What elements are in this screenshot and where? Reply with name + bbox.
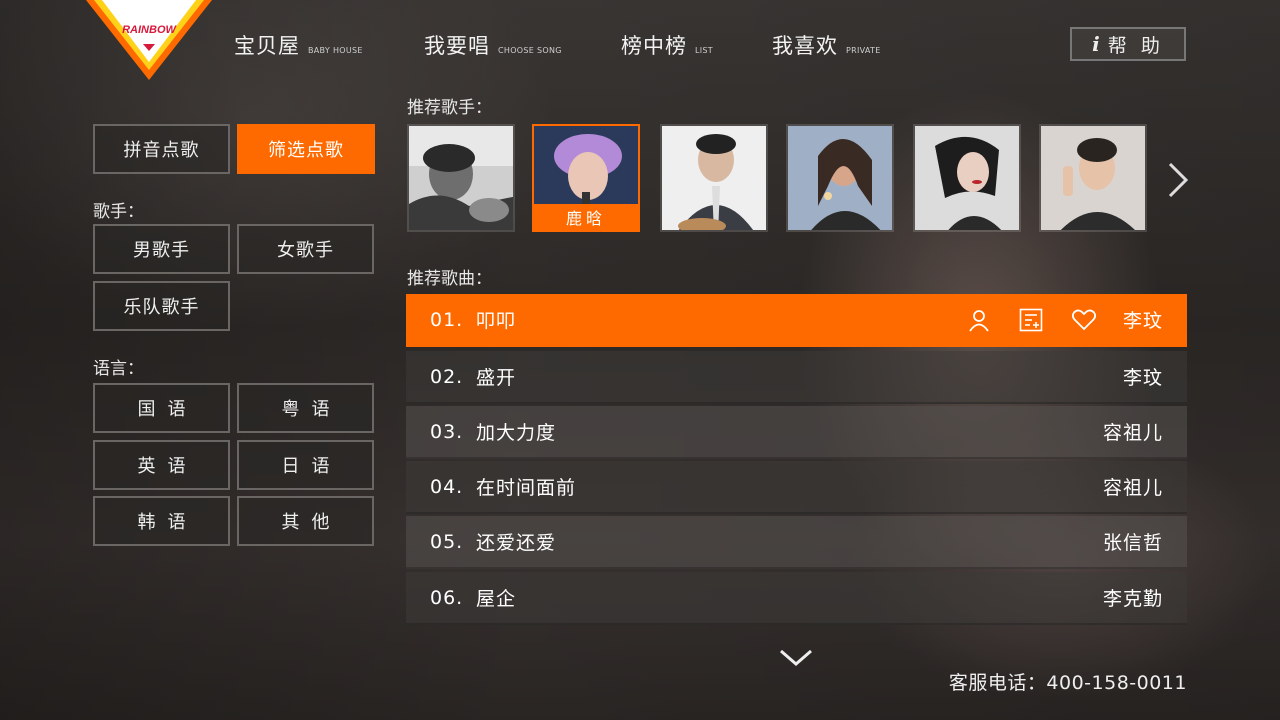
chevron-right-icon[interactable] bbox=[1166, 160, 1190, 200]
japanese-button[interactable]: 日语 bbox=[237, 440, 374, 490]
song-title: 屋企 bbox=[476, 588, 517, 610]
help-button[interactable]: i 帮 助 bbox=[1070, 27, 1186, 61]
singer-photo bbox=[1041, 126, 1145, 230]
song-title: 盛开 bbox=[476, 367, 517, 389]
cantonese-button[interactable]: 粤语 bbox=[237, 383, 374, 433]
recommended-singers-title: 推荐歌手： bbox=[407, 98, 492, 118]
song-number: 01. bbox=[430, 308, 464, 331]
chevron-down-icon[interactable] bbox=[778, 648, 814, 668]
info-icon: i bbox=[1092, 32, 1100, 56]
customer-service-hotline: 客服电话：400-158-0011 bbox=[948, 672, 1187, 694]
song-artist: 容祖儿 bbox=[1102, 422, 1163, 444]
song-row[interactable]: 05. 还爱还爱 张信哲 bbox=[406, 516, 1187, 569]
help-label: 帮 助 bbox=[1107, 34, 1164, 57]
recommended-songs-title: 推荐歌曲： bbox=[407, 269, 492, 289]
nav-list[interactable]: 榜中榜 LIST bbox=[621, 30, 713, 60]
singer-photo bbox=[788, 126, 892, 230]
song-number: 04. bbox=[430, 475, 464, 498]
nav-private[interactable]: 我喜欢 PRIVATE bbox=[772, 30, 881, 60]
song-number: 05. bbox=[430, 530, 464, 553]
nav-sublabel: BABY HOUSE bbox=[308, 46, 363, 55]
song-number: 06. bbox=[430, 586, 464, 609]
nav-label: 宝贝屋 bbox=[234, 34, 300, 58]
filter-search-button[interactable]: 筛选点歌 bbox=[237, 124, 375, 174]
song-row[interactable]: 06. 屋企 李克勤 bbox=[406, 572, 1187, 625]
singer-thumbnail[interactable] bbox=[913, 124, 1021, 232]
song-artist: 容祖儿 bbox=[1102, 477, 1163, 499]
nav-sublabel: PRIVATE bbox=[846, 46, 881, 55]
language-filter-label: 语言： bbox=[93, 359, 144, 379]
song-title: 叩叩 bbox=[476, 310, 517, 332]
singer-photo bbox=[409, 126, 513, 230]
song-row[interactable]: 02. 盛开 李玟 bbox=[406, 351, 1187, 404]
nav-choose-song[interactable]: 我要唱 CHOOSE SONG bbox=[424, 30, 562, 60]
singer-thumbnail-selected[interactable]: 鹿晗 bbox=[532, 124, 640, 232]
song-artist: 李玟 bbox=[1122, 367, 1163, 389]
singer-photo bbox=[662, 126, 766, 230]
logo-text: RAINBOW bbox=[122, 24, 177, 36]
heart-icon[interactable] bbox=[1071, 308, 1097, 332]
song-artist: 李玟 bbox=[1122, 310, 1163, 332]
nav-label: 我要唱 bbox=[424, 34, 490, 58]
nav-label: 榜中榜 bbox=[621, 34, 687, 58]
song-row-selected[interactable]: 01. 叩叩 李玟 bbox=[406, 294, 1187, 347]
singer-thumbnail[interactable] bbox=[407, 124, 515, 232]
song-number: 02. bbox=[430, 365, 464, 388]
singer-name: 鹿晗 bbox=[534, 204, 638, 230]
song-title: 加大力度 bbox=[476, 422, 557, 444]
pinyin-search-button[interactable]: 拼音点歌 bbox=[93, 124, 230, 174]
male-singer-button[interactable]: 男歌手 bbox=[93, 224, 230, 274]
add-to-playlist-icon[interactable] bbox=[1019, 308, 1043, 332]
song-row[interactable]: 03. 加大力度 容祖儿 bbox=[406, 406, 1187, 459]
nav-baby-house[interactable]: 宝贝屋 BABY HOUSE bbox=[234, 30, 363, 60]
singer-photo bbox=[915, 126, 1019, 230]
singer-thumbnail[interactable] bbox=[786, 124, 894, 232]
song-artist: 张信哲 bbox=[1102, 532, 1163, 554]
nav-sublabel: LIST bbox=[695, 46, 713, 55]
band-singer-button[interactable]: 乐队歌手 bbox=[93, 281, 230, 331]
song-artist: 李克勤 bbox=[1102, 588, 1163, 610]
english-button[interactable]: 英语 bbox=[93, 440, 230, 490]
singer-profile-icon[interactable] bbox=[967, 308, 991, 332]
song-title: 还爱还爱 bbox=[476, 532, 557, 554]
nav-label: 我喜欢 bbox=[772, 34, 838, 58]
nav-sublabel: CHOOSE SONG bbox=[498, 46, 562, 55]
rainbow-logo[interactable]: RAINBOW bbox=[86, 0, 212, 80]
mandarin-button[interactable]: 国语 bbox=[93, 383, 230, 433]
song-number: 03. bbox=[430, 420, 464, 443]
other-language-button[interactable]: 其他 bbox=[237, 496, 374, 546]
song-title: 在时间面前 bbox=[476, 477, 577, 499]
singer-filter-label: 歌手： bbox=[93, 202, 144, 222]
song-row[interactable]: 04. 在时间面前 容祖儿 bbox=[406, 461, 1187, 514]
korean-button[interactable]: 韩语 bbox=[93, 496, 230, 546]
singer-thumbnail[interactable] bbox=[660, 124, 768, 232]
female-singer-button[interactable]: 女歌手 bbox=[237, 224, 374, 274]
singer-thumbnail[interactable] bbox=[1039, 124, 1147, 232]
